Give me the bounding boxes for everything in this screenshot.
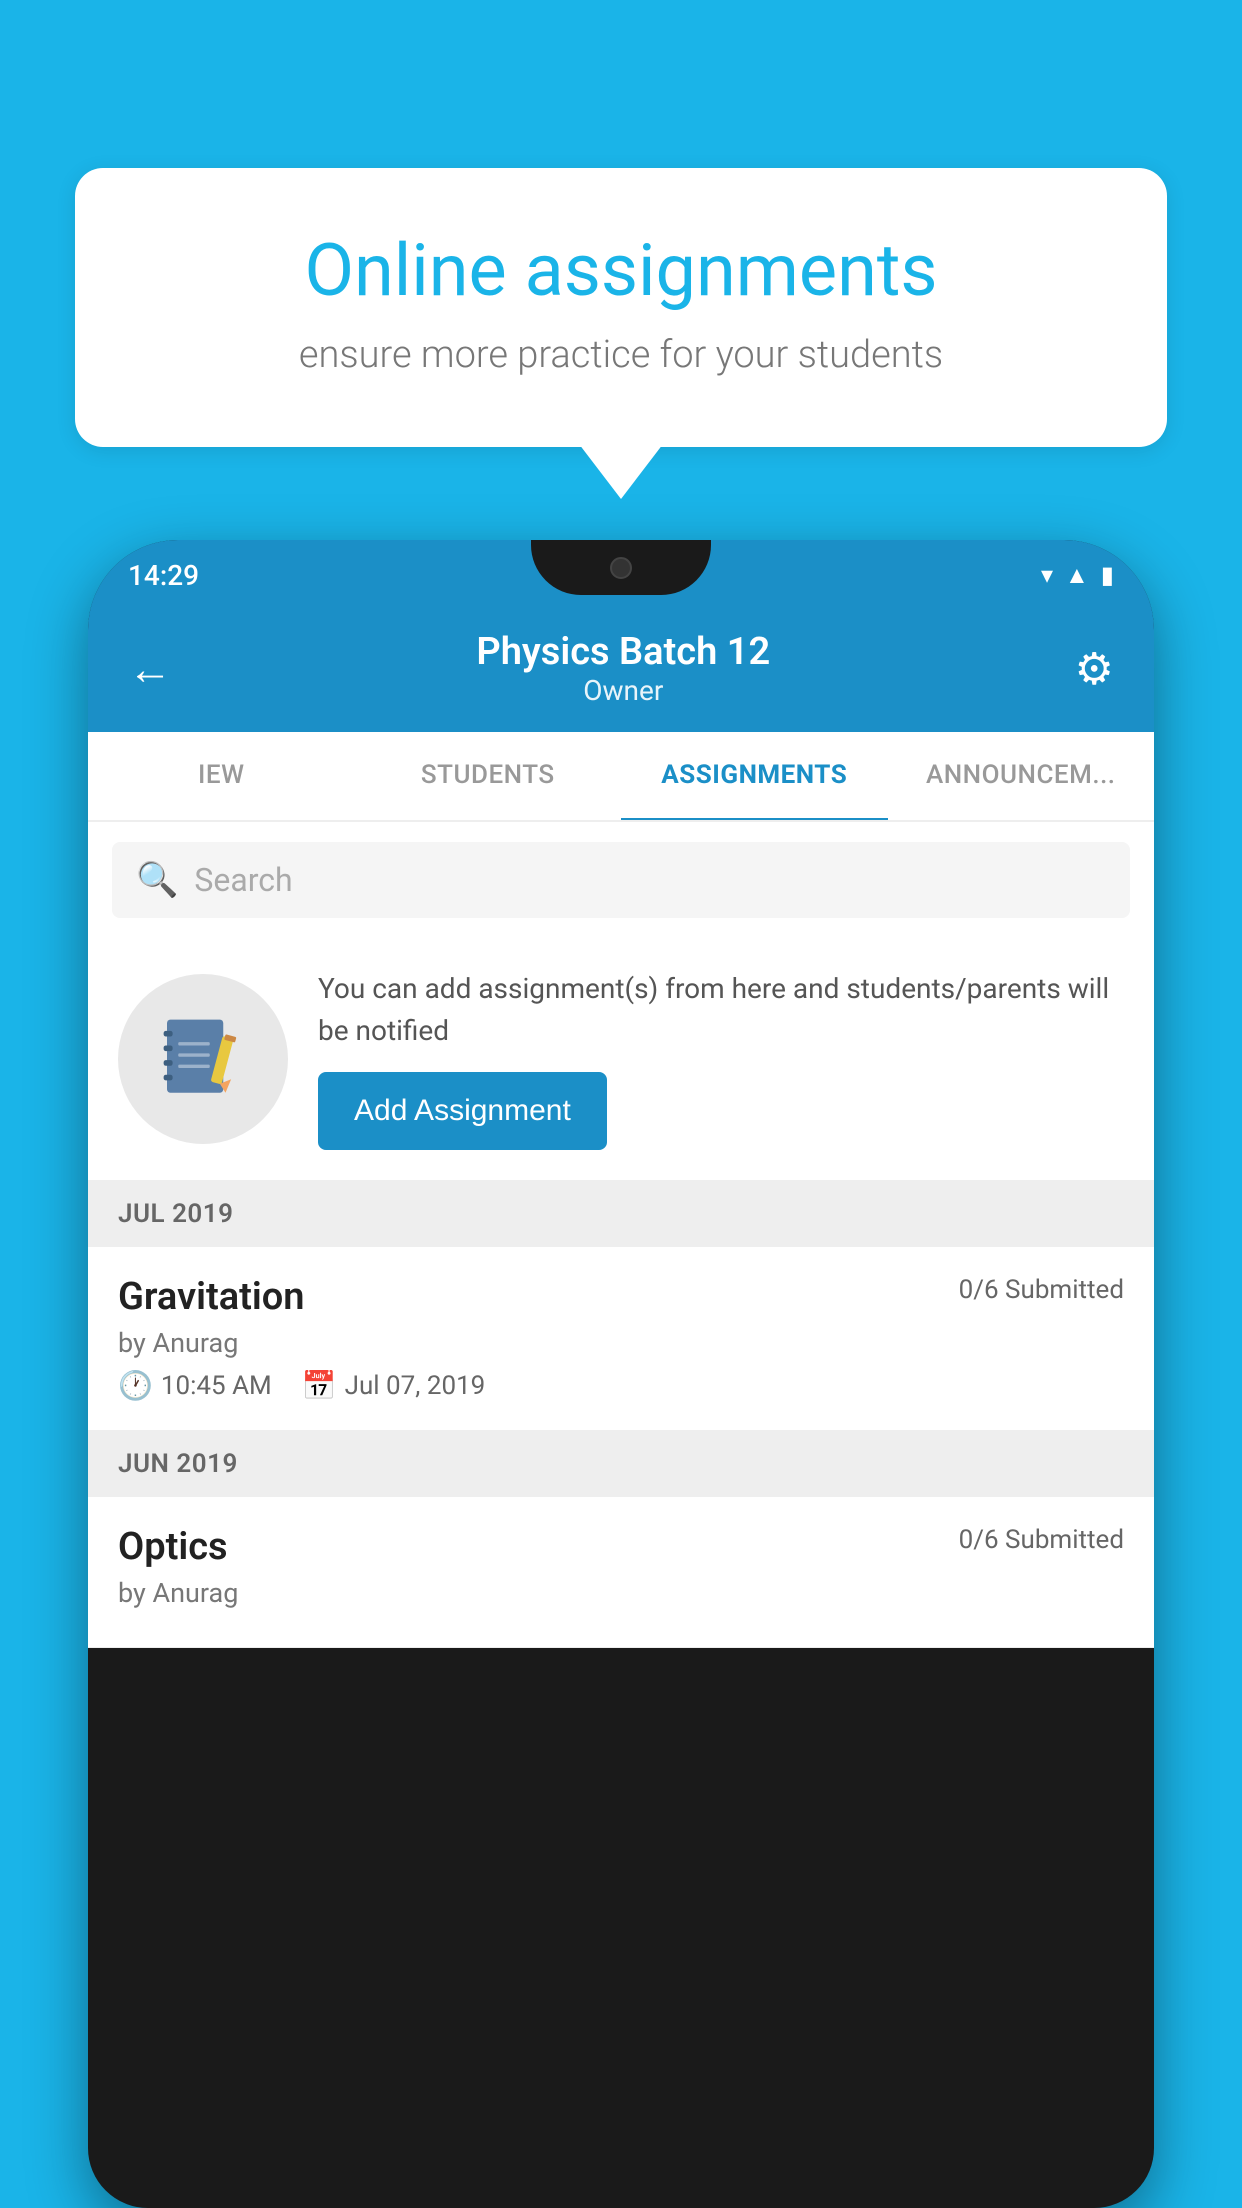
back-button[interactable]: ←: [128, 643, 172, 695]
notebook-icon: [158, 1014, 248, 1104]
section-month-jun: JUN 2019: [118, 1449, 238, 1479]
date-value-gravitation: Jul 07, 2019: [345, 1371, 486, 1401]
battery-icon: ▮: [1101, 561, 1114, 589]
search-bar-wrapper: 🔍 Search: [88, 822, 1154, 938]
wifi-icon: ▾: [1041, 561, 1053, 589]
tab-iew[interactable]: IEW: [88, 732, 355, 820]
status-time: 14:29: [128, 559, 199, 592]
assignment-top-gravitation: Gravitation 0/6 Submitted: [118, 1275, 1124, 1319]
assignment-item-gravitation[interactable]: Gravitation 0/6 Submitted by Anurag 🕐 10…: [88, 1247, 1154, 1431]
section-header-jul: JUL 2019: [88, 1181, 1154, 1247]
submitted-badge-optics: 0/6 Submitted: [959, 1525, 1124, 1555]
header-title: Physics Batch 12: [476, 630, 770, 674]
assignment-item-optics[interactable]: Optics 0/6 Submitted by Anurag: [88, 1497, 1154, 1648]
time-value-gravitation: 10:45 AM: [161, 1371, 272, 1401]
meta-date-gravitation: 📅 Jul 07, 2019: [302, 1369, 486, 1402]
tab-assignments[interactable]: ASSIGNMENTS: [621, 732, 888, 822]
status-bar: 14:29 ▾ ▲ ▮: [88, 540, 1154, 610]
section-header-jun: JUN 2019: [88, 1431, 1154, 1497]
speech-bubble-subtitle: ensure more practice for your students: [145, 333, 1097, 377]
header-center: Physics Batch 12 Owner: [476, 630, 770, 707]
info-right: You can add assignment(s) from here and …: [318, 968, 1124, 1150]
meta-time-gravitation: 🕐 10:45 AM: [118, 1369, 272, 1402]
assignment-top-optics: Optics 0/6 Submitted: [118, 1525, 1124, 1569]
calendar-icon-gravitation: 📅: [302, 1369, 337, 1402]
assignment-by-gravitation: by Anurag: [118, 1327, 1124, 1359]
assignment-name-gravitation: Gravitation: [118, 1275, 305, 1319]
add-assignment-button[interactable]: Add Assignment: [318, 1072, 607, 1150]
assignment-meta-gravitation: 🕐 10:45 AM 📅 Jul 07, 2019: [118, 1369, 1124, 1402]
info-text: You can add assignment(s) from here and …: [318, 968, 1124, 1052]
status-icons: ▾ ▲ ▮: [1041, 561, 1114, 590]
phone-content: 🔍 Search: [88, 822, 1154, 1648]
settings-button[interactable]: ⚙: [1075, 643, 1114, 695]
search-placeholder: Search: [194, 861, 292, 899]
tab-announcements[interactable]: ANNOUNCEM...: [888, 732, 1155, 820]
assignment-name-optics: Optics: [118, 1525, 228, 1569]
camera-dot: [610, 557, 632, 579]
signal-icon: ▲: [1065, 561, 1089, 590]
tabs-bar: IEW STUDENTS ASSIGNMENTS ANNOUNCEM...: [88, 732, 1154, 822]
speech-bubble-card: Online assignments ensure more practice …: [75, 168, 1167, 447]
clock-icon-gravitation: 🕐: [118, 1369, 153, 1402]
search-icon: 🔍: [136, 860, 178, 900]
section-month-jul: JUL 2019: [118, 1199, 234, 1229]
phone-frame: 14:29 ▾ ▲ ▮ ← Physics Batch 12 Owner ⚙ I…: [88, 540, 1154, 2208]
phone-notch: [531, 540, 711, 595]
submitted-badge-gravitation: 0/6 Submitted: [959, 1275, 1124, 1305]
search-bar[interactable]: 🔍 Search: [112, 842, 1130, 918]
assignment-by-optics: by Anurag: [118, 1577, 1124, 1609]
info-card: You can add assignment(s) from here and …: [88, 938, 1154, 1181]
speech-bubble-title: Online assignments: [145, 228, 1097, 313]
header-subtitle: Owner: [476, 674, 770, 707]
app-header: ← Physics Batch 12 Owner ⚙: [88, 610, 1154, 732]
tab-students[interactable]: STUDENTS: [355, 732, 622, 820]
notebook-icon-wrap: [118, 974, 288, 1144]
